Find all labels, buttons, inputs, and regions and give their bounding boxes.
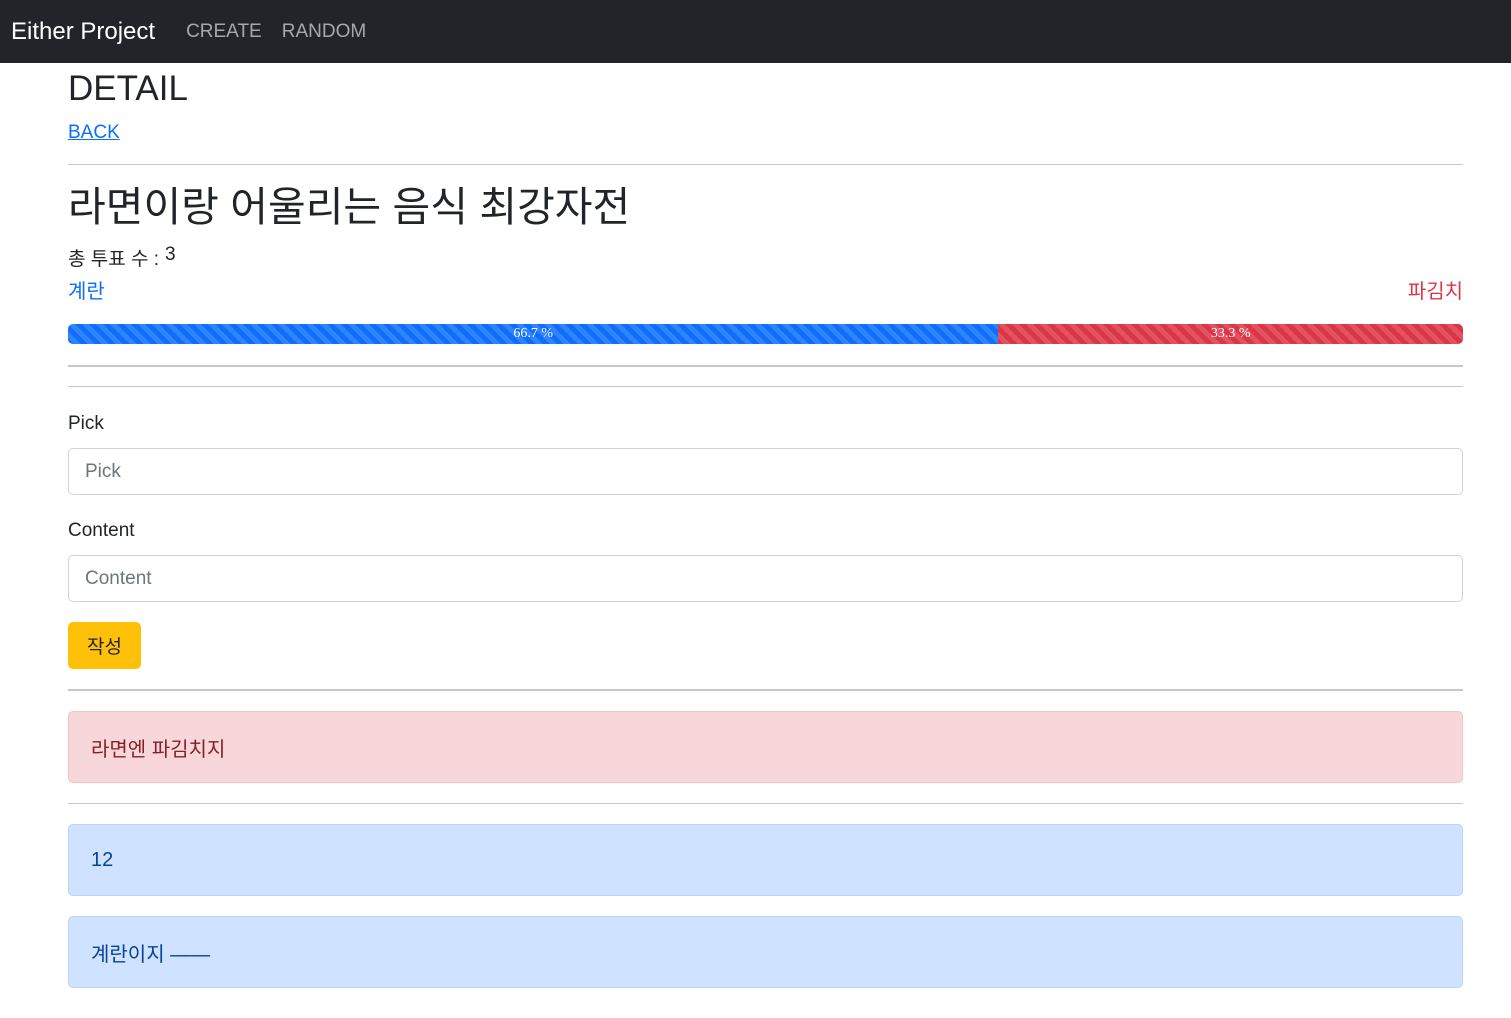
brand-link[interactable]: Either Project <box>11 18 155 46</box>
back-link[interactable]: BACK <box>68 122 120 144</box>
nav-link-random[interactable]: RANDOM <box>282 21 366 43</box>
comment-item-a: 계란이지 —— <box>68 916 1463 989</box>
progress-label-a: 66.7 % <box>513 326 554 342</box>
comment-text: 라면엔 파김치지 <box>91 738 226 761</box>
navbar: Either Project CREATE RANDOM <box>0 0 1511 63</box>
pick-label: Pick <box>68 413 104 435</box>
progress-segment-b: 33.3 % <box>998 324 1463 345</box>
comment-item-b: 라면엔 파김치지 <box>68 711 1463 784</box>
choice-a-label: 계란 <box>68 281 105 304</box>
divider <box>68 164 1463 165</box>
content-input[interactable] <box>68 555 1463 603</box>
divider <box>68 689 1463 692</box>
divider <box>68 803 1463 805</box>
nav-link-create[interactable]: CREATE <box>186 21 262 43</box>
comment-item-a: 12 <box>68 824 1463 897</box>
vote-count: 총 투표 수 : 3 <box>68 244 1463 271</box>
vote-count-value: 3 <box>165 244 176 266</box>
comment-text: 12 <box>91 848 114 871</box>
content-label: Content <box>68 520 135 542</box>
question-title: 라면이랑 어울리는 음식 최강자전 <box>68 184 631 230</box>
vote-progress-bar: 66.7 % 33.3 % <box>68 324 1463 345</box>
progress-label-b: 33.3 % <box>1210 326 1251 342</box>
pick-input[interactable] <box>68 448 1463 496</box>
comment-text: 계란이지 —— <box>91 943 211 966</box>
choice-b-label: 파김치 <box>1407 281 1463 304</box>
vote-count-label: 총 투표 수 : <box>68 249 160 271</box>
divider <box>68 386 1463 388</box>
submit-button[interactable]: 작성 <box>68 622 141 670</box>
choices-row: 계란 파김치 <box>68 275 1463 304</box>
page-title: DETAIL <box>68 69 188 108</box>
progress-segment-a: 66.7 % <box>68 324 999 345</box>
main-container: DETAIL BACK 라면이랑 어울리는 음식 최강자전 총 투표 수 : 3… <box>68 63 1463 989</box>
divider <box>68 365 1463 368</box>
